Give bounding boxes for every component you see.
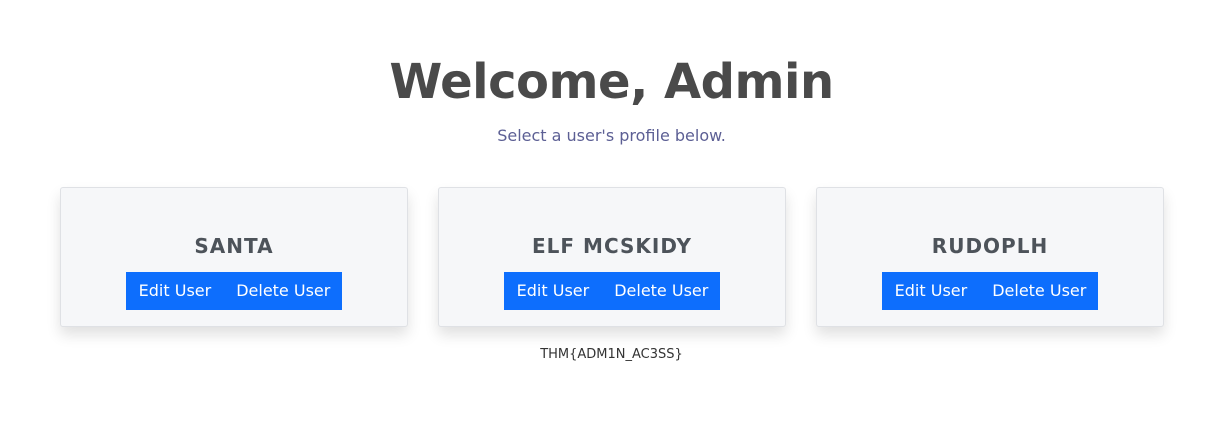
user-card-santa: SANTA Edit User Delete User xyxy=(60,187,408,327)
page-subtitle: Select a user's profile below. xyxy=(497,126,726,145)
user-name: RUDOPLH xyxy=(931,234,1049,258)
delete-user-button[interactable]: Delete User xyxy=(223,272,343,310)
user-card-elf-mcskidy: ELF MCSKIDY Edit User Delete User xyxy=(438,187,786,327)
user-actions: Edit User Delete User xyxy=(439,272,785,310)
user-actions: Edit User Delete User xyxy=(817,272,1163,310)
edit-user-button[interactable]: Edit User xyxy=(881,272,980,310)
edit-user-button[interactable]: Edit User xyxy=(125,272,224,310)
delete-user-button[interactable]: Delete User xyxy=(601,272,721,310)
user-actions: Edit User Delete User xyxy=(61,272,407,310)
edit-user-button[interactable]: Edit User xyxy=(503,272,602,310)
user-card-rudoplh: RUDOPLH Edit User Delete User xyxy=(816,187,1164,327)
user-name: SANTA xyxy=(194,234,274,258)
user-cards: SANTA Edit User Delete User ELF MCSKIDY … xyxy=(60,187,1164,327)
delete-user-button[interactable]: Delete User xyxy=(979,272,1099,310)
page-title: Welcome, Admin xyxy=(389,54,834,110)
flag-text: THM{ADM1N_AC3SS} xyxy=(540,347,683,362)
user-name: ELF MCSKIDY xyxy=(532,234,692,258)
